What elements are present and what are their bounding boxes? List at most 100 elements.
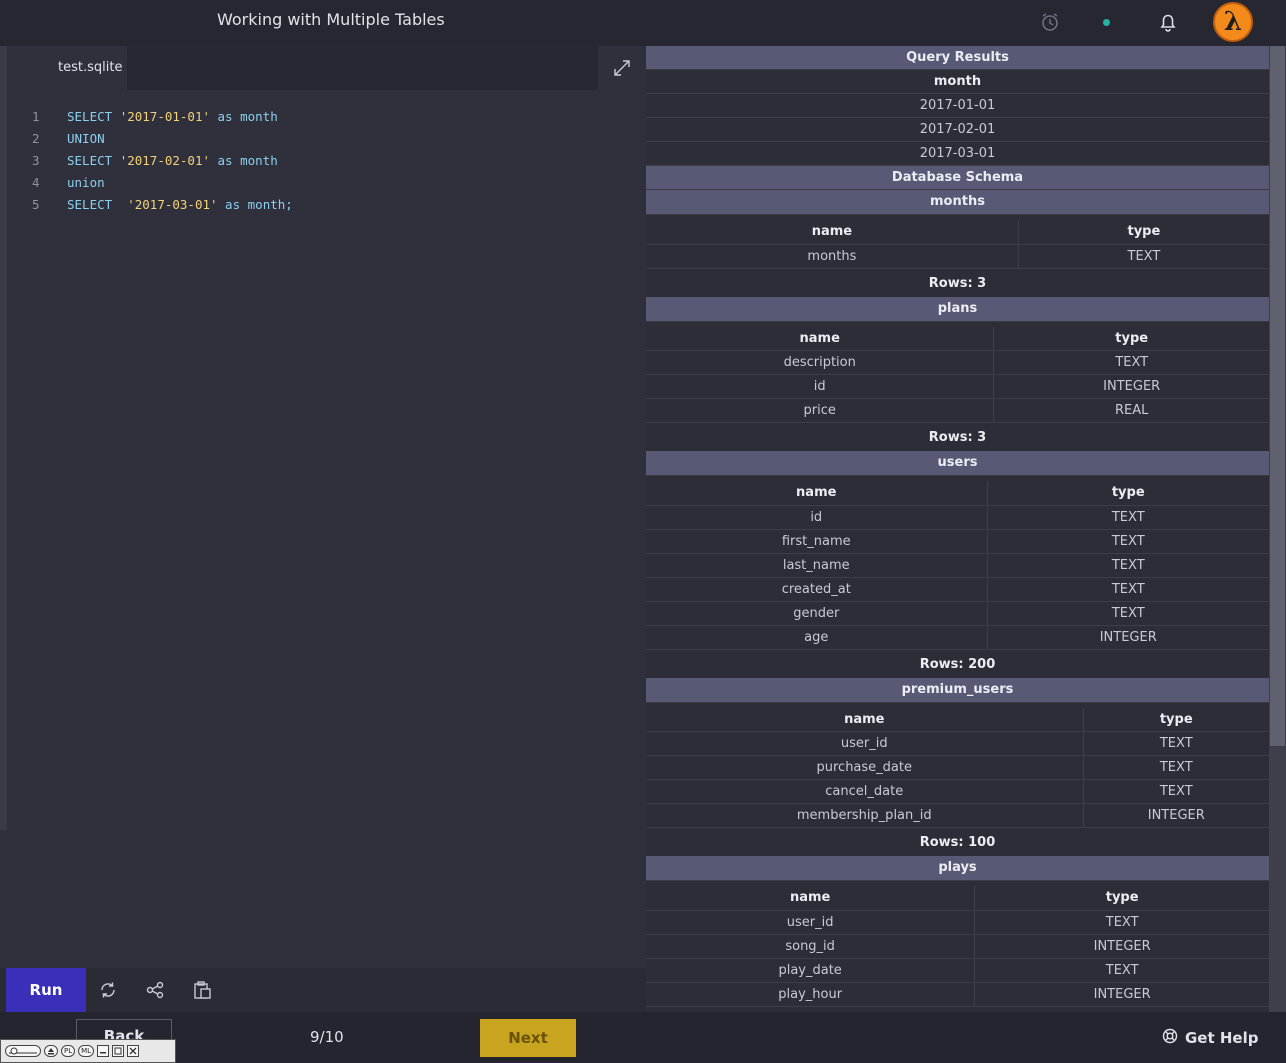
code-keyword: SELECT (67, 153, 120, 168)
schema-table-title: months (646, 190, 1269, 215)
column-type: REAL (993, 398, 1269, 423)
get-help-label: Get Help (1185, 1029, 1259, 1047)
run-button[interactable]: Run (6, 968, 86, 1012)
code-keyword: month; (247, 197, 293, 212)
table-row: age INTEGER (646, 625, 1269, 650)
editor-gutter-edge (0, 46, 7, 830)
column-name: id (646, 374, 994, 399)
column-name: last_name (646, 553, 987, 578)
schema-table-title: users (646, 451, 1269, 476)
column-type: INTEGER (986, 625, 1269, 650)
column-type: INTEGER (974, 982, 1269, 1007)
column-type: TEXT (986, 553, 1269, 578)
schema-table-title: premium_users (646, 677, 1269, 703)
table-row: last_name TEXT (646, 553, 1269, 578)
column-name: song_id (646, 934, 975, 959)
results-column-header: month (646, 70, 1269, 94)
eject-icon[interactable] (44, 1045, 58, 1057)
column-name: user_id (646, 910, 975, 935)
line-number: 2 (32, 131, 40, 146)
table-row: cancel_date TEXT (646, 779, 1269, 804)
code-line[interactable]: 3 SELECT '2017-02-01' as month (20, 150, 293, 172)
page-title: Working with Multiple Tables (217, 10, 445, 29)
avatar-lambda-icon: λ (1223, 7, 1243, 37)
table-row: description TEXT (646, 350, 1269, 375)
column-name: first_name (646, 529, 987, 554)
column-name: description (646, 350, 994, 375)
table-row: play_date TEXT (646, 958, 1269, 983)
line-number: 3 (32, 153, 40, 168)
schema-table: name type id TEXT first_name TEXT last_name TEX… (646, 481, 1269, 650)
schema-column-header: name (646, 481, 987, 506)
schema-tables: months name type months TEXT Rows: 3 plans name… (646, 190, 1269, 1012)
column-type: INTEGER (974, 934, 1269, 959)
schema-column-header: name (646, 326, 994, 351)
tab-test-sqlite[interactable]: test.sqlite (7, 46, 127, 90)
table-row: purchase_date TEXT (646, 755, 1269, 780)
bell-icon[interactable] (1155, 9, 1181, 35)
next-button[interactable]: Next (480, 1019, 576, 1057)
schema-table-title: plans (646, 296, 1269, 322)
code-keyword: SELECT (67, 109, 120, 124)
share-icon[interactable] (145, 980, 165, 1000)
code-line[interactable]: 1 SELECT '2017-01-01' as month (20, 106, 293, 128)
maximize-icon[interactable] (112, 1045, 125, 1057)
code-editor[interactable]: test.sqlite 1 SELECT '2017-01-01' as mont… (0, 46, 646, 1012)
table-row: gender TEXT (646, 601, 1269, 626)
column-name: purchase_date (646, 755, 1084, 780)
code-line[interactable]: 4 union (20, 172, 293, 194)
schema-column-header: type (986, 481, 1269, 506)
table-row: play_hour INTEGER (646, 982, 1269, 1007)
table-row: song_id INTEGER (646, 934, 1269, 959)
column-type: TEXT (1082, 755, 1269, 780)
clipboard-icon[interactable] (192, 980, 212, 1000)
schema-header-row: name type (646, 326, 1269, 351)
close-icon[interactable] (127, 1045, 140, 1057)
column-type: TEXT (986, 577, 1269, 602)
table-row: created_at TEXT (646, 577, 1269, 602)
column-type: TEXT (1082, 779, 1269, 804)
results-panel: Query Results month 2017-01-01 2017-02-01… (646, 46, 1269, 1012)
reset-icon[interactable] (98, 980, 118, 1000)
status-dot-icon (1093, 9, 1119, 35)
lesson-progress: 9/10 (310, 1028, 344, 1046)
minimize-icon[interactable] (97, 1045, 110, 1057)
results-rows: 2017-01-01 2017-02-01 2017-03-01 (646, 94, 1269, 166)
alarm-clock-icon[interactable] (1037, 9, 1063, 35)
get-help-button[interactable]: Get Help (1162, 1028, 1258, 1048)
expand-icon[interactable] (612, 58, 632, 78)
column-name: play_date (646, 958, 975, 983)
column-type: TEXT (993, 350, 1269, 375)
column-type: TEXT (1017, 244, 1269, 269)
column-type: TEXT (986, 505, 1269, 530)
code-keyword: as month (210, 153, 278, 168)
media-control-widget: PL ML (0, 1039, 176, 1063)
results-scrollbar-thumb[interactable] (1270, 46, 1285, 746)
ml-button[interactable]: ML (78, 1045, 95, 1057)
table-row: user_id TEXT (646, 910, 1269, 935)
column-name: play_hour (646, 982, 975, 1007)
result-row: 2017-02-01 (646, 118, 1269, 142)
code-line[interactable]: 5 SELECT '2017-03-01' as month; (20, 194, 293, 216)
schema-table: name type user_id TEXT purchase_date TEXT canc… (646, 707, 1269, 828)
schema-column-header: type (1082, 707, 1269, 732)
code-string: '2017-01-01' (119, 109, 210, 124)
avatar[interactable]: λ (1213, 2, 1253, 42)
code-keyword: as month (210, 109, 278, 124)
column-type: TEXT (974, 910, 1269, 935)
code-keyword: union (67, 175, 105, 190)
slider-handle-icon[interactable] (5, 1045, 41, 1057)
code-string: '2017-03-01' (127, 197, 218, 212)
column-name: user_id (646, 731, 1084, 756)
column-name: id (646, 505, 987, 530)
code-area[interactable]: 1 SELECT '2017-01-01' as month 2 UNION 3 SELE… (20, 106, 293, 216)
schema-header-row: name type (646, 707, 1269, 732)
schema-header-row: name type (646, 220, 1269, 245)
schema-header-row: name type (646, 886, 1269, 911)
schema-header-row: name type (646, 481, 1269, 506)
result-row: 2017-01-01 (646, 94, 1269, 118)
schema-column-header: type (1017, 220, 1269, 245)
pl-button[interactable]: PL (61, 1045, 76, 1057)
code-line[interactable]: 2 UNION (20, 128, 293, 150)
row-count: Rows: 3 (928, 430, 987, 445)
